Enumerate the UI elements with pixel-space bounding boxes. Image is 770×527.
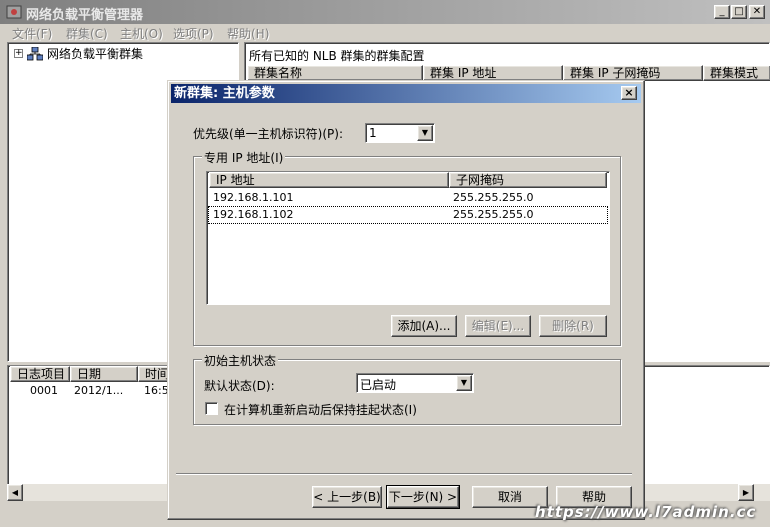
dedicated-ip-group: 专用 IP 地址(I) IP 地址 子网掩码 192.168.1.101 255… [193,149,621,346]
maximize-button[interactable]: □ [731,5,747,19]
nlb-app-icon [6,5,22,19]
column-ip-address[interactable]: IP 地址 [209,172,449,188]
column-subnet-mask[interactable]: 子网掩码 [449,172,607,188]
initial-state-group-label: 初始主机状态 [202,352,279,369]
ip-row-mask: 255.255.255.0 [453,208,534,221]
dialog-title-bar: 新群集: 主机参数 × [171,84,641,103]
dialog-separator [176,473,632,475]
column-log-date[interactable]: 日期 [70,366,138,382]
priority-select[interactable]: 1 ▼ [365,123,435,143]
priority-value: 1 [369,126,377,140]
dialog-close-icon[interactable]: × [621,86,637,100]
edit-ip-button[interactable]: 编辑(E)... [465,315,531,337]
cluster-icon [27,46,43,60]
tree-root-item[interactable]: + 网络负载平衡群集 [14,45,143,62]
back-button[interactable]: < 上一步(B) [312,486,382,508]
menu-bar: 文件(F) 群集(C) 主机(O) 选项(P) 帮助(H) [0,24,770,42]
column-log-item[interactable]: 日志项目 [10,366,70,382]
dedicated-ip-group-label: 专用 IP 地址(I) [202,149,286,166]
column-cluster-name[interactable]: 群集名称 [247,65,423,81]
initial-state-group: 初始主机状态 默认状态(D): 已启动 ▼ 在计算机重新启动后保持挂起状态(I) [193,352,621,425]
watermark: https://www.l7admin.cc [535,503,757,521]
remove-ip-button[interactable]: 删除(R) [539,315,607,337]
default-state-value: 已启动 [360,378,397,392]
column-cluster-mask[interactable]: 群集 IP 子网掩码 [563,65,703,81]
scroll-right-icon[interactable]: ▶ [738,484,754,501]
chevron-down-icon[interactable]: ▼ [417,125,433,141]
add-ip-button[interactable]: 添加(A)... [391,315,457,337]
ip-row-mask: 255.255.255.0 [453,191,534,204]
scroll-left-icon[interactable]: ◀ [7,484,23,501]
menu-help[interactable]: 帮助(H) [227,25,269,42]
ip-row[interactable]: 192.168.1.101 255.255.255.0 [209,190,607,206]
retain-suspended-label: 在计算机重新启动后保持挂起状态(I) [224,403,417,417]
next-button[interactable]: 下一步(N) > [386,485,460,509]
menu-file[interactable]: 文件(F) [12,25,52,42]
log-row-date[interactable]: 2012/1... [74,384,123,397]
window-title: 网络负载平衡管理器 [26,8,144,23]
chevron-down-icon[interactable]: ▼ [456,375,472,391]
menu-options[interactable]: 选项(P) [173,25,214,42]
dialog-title: 新群集: 主机参数 [174,86,275,101]
new-cluster-host-params-dialog: 新群集: 主机参数 × 优先级(单一主机标识符)(P): 1 ▼ 专用 IP 地… [167,80,645,520]
column-cluster-mode[interactable]: 群集模式 [703,65,770,81]
priority-label: 优先级(单一主机标识符)(P): [193,127,344,141]
tree-root-label: 网络负载平衡群集 [47,47,144,61]
menu-cluster[interactable]: 群集(C) [66,25,108,42]
main-title-bar: 网络负载平衡管理器 _ □ ✕ [0,0,770,24]
column-cluster-ip[interactable]: 群集 IP 地址 [423,65,563,81]
close-button[interactable]: ✕ [749,5,765,19]
cluster-list-title: 所有已知的 NLB 群集的群集配置 [249,49,425,63]
log-row-time[interactable]: 16:5 [144,384,169,397]
ip-row-selected[interactable]: 192.168.1.102 255.255.255.0 [208,206,608,224]
default-state-select[interactable]: 已启动 ▼ [356,373,474,393]
default-state-label: 默认状态(D): [204,379,275,393]
expand-icon[interactable]: + [14,49,23,58]
retain-suspended-checkbox[interactable] [205,402,218,415]
dedicated-ip-list[interactable]: IP 地址 子网掩码 192.168.1.101 255.255.255.0 1… [206,171,610,305]
log-row-item[interactable]: 0001 [30,384,58,397]
ip-row-address: 192.168.1.102 [213,208,294,221]
minimize-button[interactable]: _ [714,5,730,19]
ip-row-address: 192.168.1.101 [213,191,294,204]
menu-host[interactable]: 主机(O) [120,25,163,42]
